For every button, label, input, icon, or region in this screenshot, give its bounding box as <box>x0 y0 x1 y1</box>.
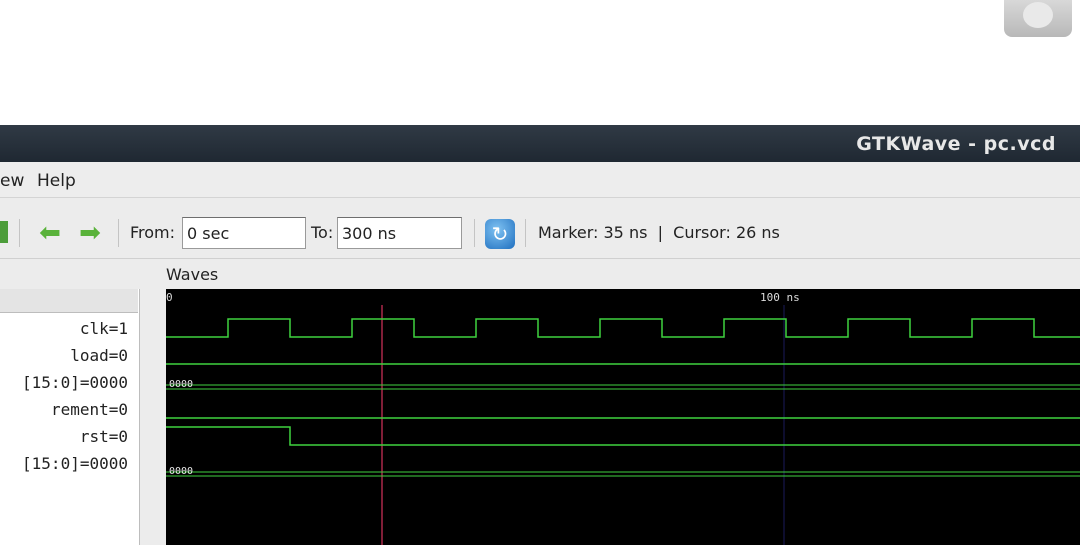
toolbar-separator <box>525 219 526 247</box>
ruler-mid-label: 100 ns <box>760 291 800 304</box>
menu-view[interactable]: ew <box>0 171 24 191</box>
signal-bus-2[interactable]: [15:0]=0000 <box>22 454 128 473</box>
toolbar-stub-icon[interactable] <box>0 221 8 243</box>
waves-label: Waves <box>166 265 219 284</box>
signal-increment[interactable]: rement=0 <box>51 400 128 419</box>
title-bar: GTKWave - pc.vcd <box>0 125 1080 162</box>
signal-list: clk=1 load=0 [15:0]=0000 rement=0 rst=0 … <box>0 289 140 545</box>
signal-bus-1[interactable]: [15:0]=0000 <box>22 373 128 392</box>
gtkwave-window: GTKWave - pc.vcd ew Help ⬅ ➡ From: 0 sec… <box>0 125 1080 545</box>
waveform-canvas: 0 100 ns 0000 0000 <box>166 291 1080 545</box>
toolbar-separator <box>118 219 119 247</box>
toolbar-separator <box>19 219 20 247</box>
ruler-start-label: 0 <box>166 291 173 304</box>
signal-load[interactable]: load=0 <box>70 346 128 365</box>
to-input[interactable]: 300 ns <box>337 217 462 249</box>
reload-icon[interactable]: ↻ <box>485 219 515 249</box>
signal-list-header <box>0 289 138 313</box>
clk-waveform <box>166 318 1080 338</box>
bottom-white-strip <box>0 545 1080 557</box>
to-label: To: <box>311 223 334 242</box>
marker-cursor-status: Marker: 35 ns | Cursor: 26 ns <box>538 223 780 242</box>
from-label: From: <box>130 223 176 242</box>
bus-1-value: 0000 <box>169 379 193 390</box>
menu-bar: ew Help <box>0 162 1080 198</box>
toolbar-separator <box>474 219 475 247</box>
signal-clk[interactable]: clk=1 <box>80 319 128 338</box>
menu-help[interactable]: Help <box>37 171 76 191</box>
overlay-corner-button[interactable] <box>1004 0 1072 37</box>
from-input[interactable]: 0 sec <box>182 217 306 249</box>
bus-2-value: 0000 <box>169 466 193 477</box>
forward-arrow-icon[interactable]: ➡ <box>75 219 105 247</box>
rst-waveform <box>166 426 1080 446</box>
back-arrow-icon[interactable]: ⬅ <box>35 219 65 247</box>
toolbar: ⬅ ➡ From: 0 sec To: 300 ns ↻ Marker: 35 … <box>0 199 1080 259</box>
window-title: GTKWave - pc.vcd <box>856 133 1056 155</box>
waves-panel[interactable]: 0 100 ns 0000 0000 <box>166 289 1080 545</box>
signal-rst[interactable]: rst=0 <box>80 427 128 446</box>
corner-button-icon <box>1023 2 1053 28</box>
top-white-area <box>0 0 1080 125</box>
